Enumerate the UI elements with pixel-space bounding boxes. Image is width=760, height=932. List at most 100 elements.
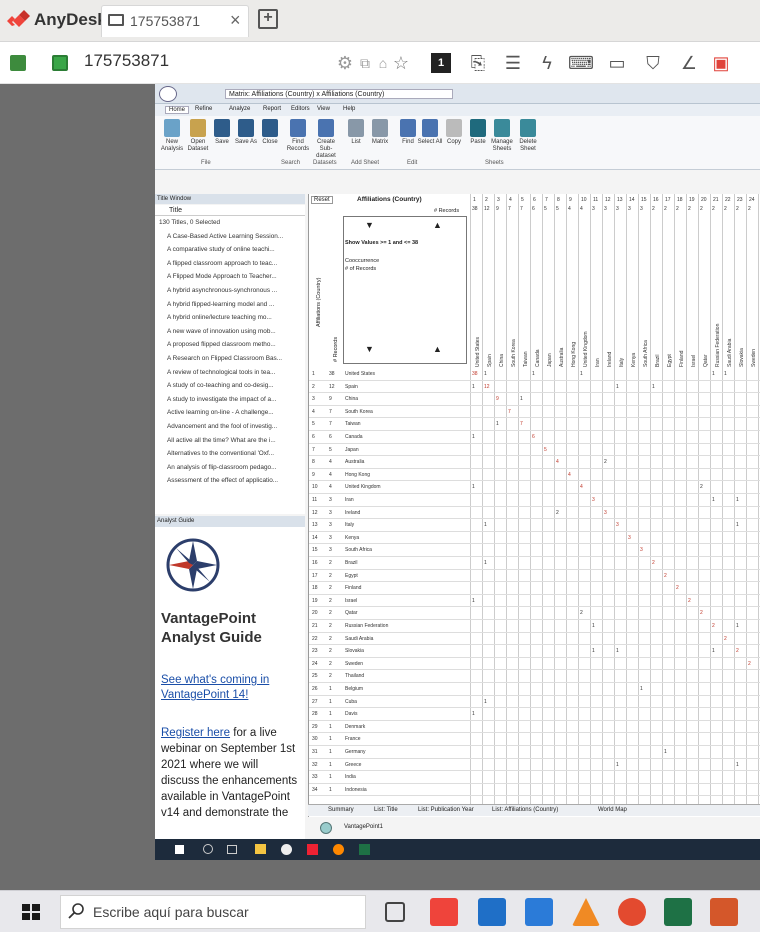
matrix-cell[interactable]: 1 (736, 522, 739, 528)
row-label[interactable]: South Korea (345, 409, 467, 415)
column-header[interactable]: Sweden (751, 267, 757, 367)
ribbon-tab[interactable]: View (317, 106, 330, 112)
column-header[interactable]: United Kingdom (583, 267, 589, 367)
session-permission-icon[interactable] (52, 55, 68, 71)
matrix-cell[interactable]: 2 (712, 623, 715, 629)
row-label[interactable]: United Kingdom (345, 484, 467, 490)
matrix-cell[interactable]: 9 (496, 396, 499, 402)
title-list-item[interactable]: A Flipped Mode Approach to Teacher... (155, 270, 305, 284)
matrix-cell[interactable]: 1 (520, 396, 523, 402)
column-header[interactable]: Iran (595, 267, 601, 367)
mail-icon[interactable] (478, 898, 506, 926)
file-transfer-icon[interactable]: ⎘ (465, 50, 491, 76)
whats-coming-link[interactable]: See what's coming in VantagePoint 14! (161, 673, 299, 703)
sheet-tab[interactable]: List: Title (374, 807, 398, 813)
task-view-icon[interactable] (385, 902, 405, 922)
matrix-cell[interactable]: 1 (532, 371, 535, 377)
ribbon-tab[interactable]: Home (165, 106, 190, 114)
row-label[interactable]: Kenya (345, 535, 467, 541)
matrix-cell[interactable]: 4 (580, 484, 583, 490)
row-label[interactable]: Hong Kong (345, 472, 467, 478)
matrix-cell[interactable]: 1 (736, 623, 739, 629)
chat-icon[interactable]: ☰ (500, 50, 526, 76)
matrix-cell[interactable]: 4 (568, 472, 571, 478)
row-label[interactable]: Italy (345, 522, 467, 528)
matrix-cell[interactable]: 1 (640, 686, 643, 692)
column-header[interactable]: Italy (619, 267, 625, 367)
reset-button[interactable]: Reset (311, 196, 333, 204)
row-label[interactable]: Germany (345, 749, 467, 755)
column-header[interactable]: Egypt (667, 267, 673, 367)
matrix-cell[interactable]: 1 (472, 484, 475, 490)
title-list-item[interactable]: Advancement and the fool of investig... (155, 420, 305, 434)
title-list-item[interactable]: A hybrid online/lecture teaching mo... (155, 311, 305, 325)
anydesk-taskbar-icon[interactable] (430, 898, 458, 926)
title-list-item[interactable]: A Research on Flipped Classroom Bas... (155, 352, 305, 366)
ribbon-button[interactable]: Paste (465, 119, 491, 146)
ribbon-button[interactable]: Close (257, 119, 283, 146)
matrix-cell[interactable]: 1 (616, 384, 619, 390)
row-label[interactable]: Canada (345, 434, 467, 440)
new-tab-icon[interactable]: + (258, 9, 278, 29)
dataset-name[interactable]: VantagePoint1 (344, 824, 383, 830)
title-list-item[interactable]: Alternatives to the conventional 'Oxf... (155, 447, 305, 461)
column-header[interactable]: Kenya (631, 267, 637, 367)
column-header[interactable]: Russian Federation (715, 267, 721, 367)
remote-explorer-icon[interactable] (255, 844, 266, 854)
matrix-cell[interactable]: 1 (472, 434, 475, 440)
remote-search-icon[interactable] (203, 844, 213, 854)
row-label[interactable]: China (345, 396, 467, 402)
matrix-cell[interactable]: 3 (640, 547, 643, 553)
matrix-cell[interactable]: 1 (484, 371, 487, 377)
remote-app-icon[interactable] (307, 844, 318, 855)
row-label[interactable]: France (345, 736, 467, 742)
title-list-item[interactable]: A hybrid flipped-learning model and ... (155, 298, 305, 312)
matrix-cell[interactable]: 1 (472, 711, 475, 717)
matrix-cell[interactable]: 1 (592, 623, 595, 629)
matrix-cell[interactable]: 1 (712, 497, 715, 503)
row-label[interactable]: Qatar (345, 610, 467, 616)
actions-lightning-icon[interactable]: ϟ (534, 50, 560, 76)
register-link[interactable]: Register here (161, 727, 230, 739)
matrix-cell[interactable]: 6 (532, 434, 535, 440)
title-list-item[interactable]: A comparative study of online teachi... (155, 243, 305, 257)
matrix-cell[interactable]: 1 (736, 497, 739, 503)
matrix-cell[interactable]: 1 (580, 371, 583, 377)
title-list-item[interactable]: Assessment of the effect of applicatio..… (155, 474, 305, 488)
sheet-tab[interactable]: World Map (598, 807, 627, 813)
matrix-cell[interactable]: 1 (472, 598, 475, 604)
title-list-item[interactable]: All active all the time? What are the i.… (155, 434, 305, 448)
ribbon-button[interactable]: Manage Sheets (489, 119, 515, 153)
row-label[interactable]: Egypt (345, 573, 467, 579)
column-header[interactable]: Australia (559, 267, 565, 367)
matrix-cell[interactable]: 3 (604, 510, 607, 516)
matrix-cell[interactable]: 38 (472, 371, 478, 377)
session-tab[interactable]: 175753871 × (101, 5, 249, 37)
matrix-cell[interactable]: 1 (724, 371, 727, 377)
title-list-item[interactable]: A study of co-teaching and co-desig... (155, 379, 305, 393)
recording-icon[interactable]: ▣ (708, 50, 734, 76)
matrix-cell[interactable]: 4 (556, 459, 559, 465)
row-label[interactable]: Taiwan (345, 421, 467, 427)
display-1-icon[interactable]: 1 (428, 50, 454, 76)
title-list-item[interactable]: Active learning on-line - A challenge... (155, 406, 305, 420)
matrix-cell[interactable]: 5 (544, 447, 547, 453)
favorite-star-icon[interactable]: ☆ (388, 50, 414, 76)
row-label[interactable]: Russian Federation (345, 623, 467, 629)
close-tab-icon[interactable]: × (230, 10, 241, 31)
matrix-cell[interactable]: 2 (652, 560, 655, 566)
matrix-cell[interactable]: 1 (592, 648, 595, 654)
ribbon-button[interactable]: Matrix (367, 119, 393, 146)
windows-start-icon[interactable] (22, 904, 40, 920)
row-label[interactable]: Slovakia (345, 648, 467, 654)
column-header[interactable]: Brazil (655, 267, 661, 367)
row-label[interactable]: United States (345, 371, 467, 377)
title-list-item[interactable]: An analysis of flip-classroom pedago... (155, 461, 305, 475)
matrix-cell[interactable]: 1 (484, 699, 487, 705)
row-label[interactable]: Davis (345, 711, 467, 717)
keyboard-icon[interactable]: ⌨ (568, 50, 594, 76)
remote-start-icon[interactable] (175, 845, 184, 854)
row-label[interactable]: Australia (345, 459, 467, 465)
matrix-cell[interactable]: 1 (616, 648, 619, 654)
ribbon-tab[interactable]: Analyze (229, 106, 250, 112)
